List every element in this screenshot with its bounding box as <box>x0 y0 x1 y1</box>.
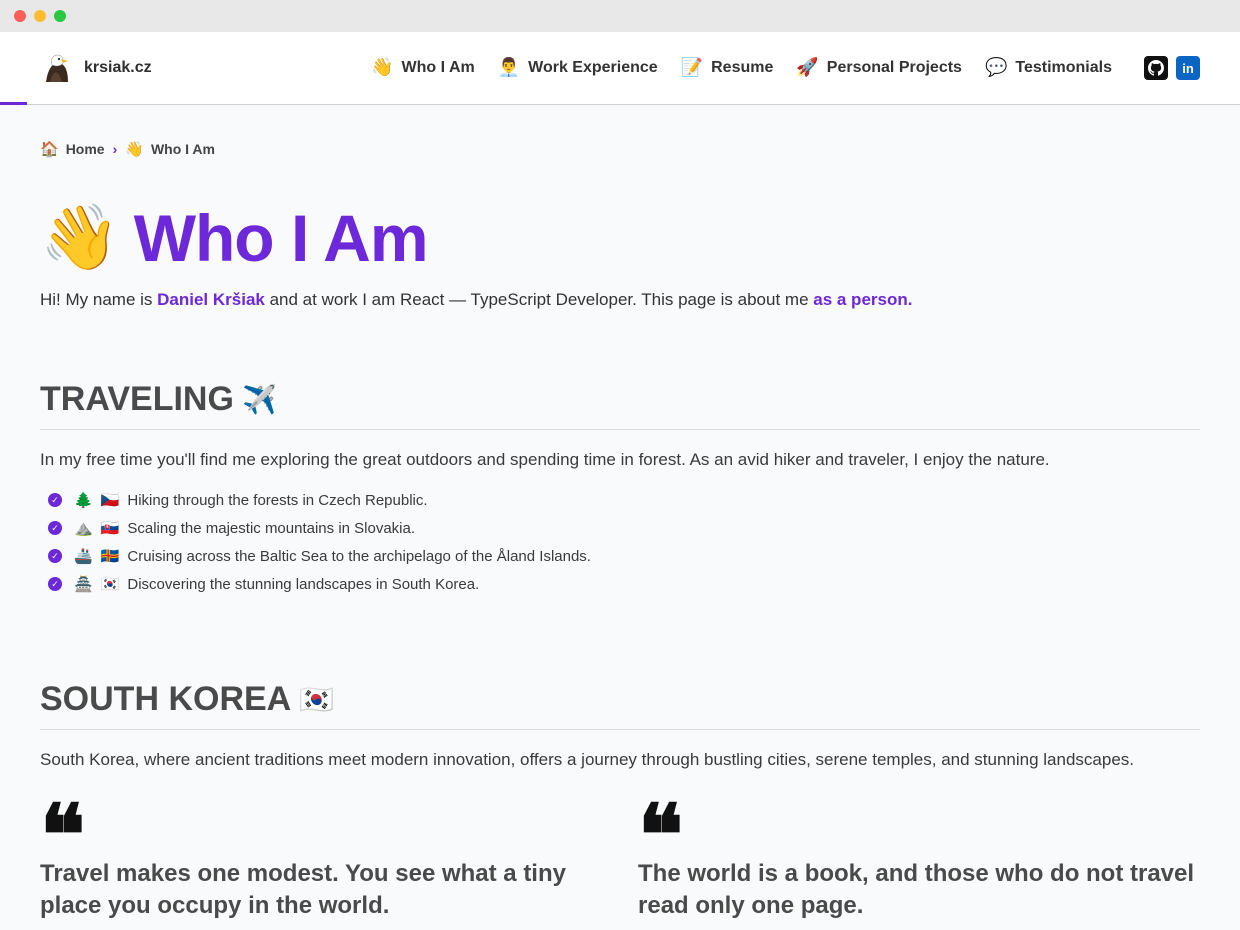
evergreen-tree-icon: 🌲 <box>74 491 93 509</box>
main-content: 🏠 Home › 👋 Who I Am 👋 Who I Am Hi! My na… <box>0 140 1240 923</box>
minimize-window-icon[interactable] <box>34 10 46 22</box>
breadcrumb: 🏠 Home › 👋 Who I Am <box>40 140 1200 158</box>
quote-text: Travel makes one modest. You see what a … <box>40 860 566 920</box>
breadcrumb-current-label: Who I Am <box>150 141 215 157</box>
nav-personal-projects[interactable]: 🚀 Personal Projects <box>796 59 962 77</box>
breadcrumb-home[interactable]: 🏠 Home <box>40 140 105 158</box>
list-item-text: Hiking through the forests in Czech Repu… <box>127 491 428 509</box>
traveling-text: In my free time you'll find me exploring… <box>40 450 1050 469</box>
waving-hand-icon: 👋 <box>125 140 144 158</box>
nav-who-i-am[interactable]: 👋 Who I Am <box>371 59 475 77</box>
page-heading: Who I Am <box>133 201 429 275</box>
breadcrumb-current: 👋 Who I Am <box>125 140 215 158</box>
intro-prefix: Hi! My name is <box>40 290 158 309</box>
waving-hand-icon: 👋 <box>371 57 394 78</box>
flag-aland-icon: 🇦🇽 <box>100 547 120 565</box>
ship-icon: 🚢 <box>74 547 93 565</box>
page-title: 👋 Who I Am <box>40 198 1200 278</box>
active-indicator <box>0 102 27 105</box>
github-icon[interactable] <box>1144 56 1168 80</box>
list-item-text: Scaling the majestic mountains in Slovak… <box>127 519 416 537</box>
intro-text: Hi! My name is Daniel Kršiak and at work… <box>40 290 1200 310</box>
list-item: ✓ ⛰️ 🇸🇰 Scaling the majestic mountains i… <box>48 514 1200 542</box>
flag-south-korea-icon: 🇰🇷 <box>100 575 120 593</box>
list-item-text: Cruising across the Baltic Sea to the ar… <box>127 547 591 565</box>
close-window-icon[interactable] <box>14 10 26 22</box>
nav-label: Testimonials <box>1015 59 1112 76</box>
nav-label: Personal Projects <box>826 59 962 76</box>
check-circle-icon: ✓ <box>48 493 62 507</box>
brand-name: krsiak.cz <box>84 59 152 76</box>
list-item-text: Discovering the stunning landscapes in S… <box>127 575 480 593</box>
nav-label: Work Experience <box>528 59 658 76</box>
check-circle-icon: ✓ <box>48 549 62 563</box>
waving-hand-icon: 👋 <box>40 201 120 275</box>
check-circle-icon: ✓ <box>48 521 62 535</box>
nav-work-experience[interactable]: 👨‍💼 Work Experience <box>498 59 658 77</box>
traveling-heading: TRAVELING ✈️ <box>40 380 1200 430</box>
eagle-icon <box>40 52 72 84</box>
nav-testimonials[interactable]: 💬 Testimonials <box>985 59 1112 77</box>
as-a-person-link[interactable]: as a person. <box>813 290 912 309</box>
south-korea-section: SOUTH KOREA 🇰🇷 South Korea, where ancien… <box>40 680 1200 923</box>
site-header: krsiak.cz 👋 Who I Am 👨‍💼 Work Experience… <box>0 32 1240 105</box>
quote-mark-icon: ❝ <box>638 785 684 884</box>
rocket-icon: 🚀 <box>796 57 819 78</box>
airplane-icon: ✈️ <box>241 383 277 416</box>
flag-south-korea-icon: 🇰🇷 <box>299 683 335 716</box>
traveling-section: TRAVELING ✈️ In my free time you'll find… <box>40 380 1200 598</box>
quote-text: The world is a book, and those who do no… <box>638 860 1195 920</box>
office-worker-icon: 👨‍💼 <box>497 57 521 78</box>
south-korea-heading: SOUTH KOREA 🇰🇷 <box>40 680 1200 730</box>
list-item: ✓ 🌲 🇨🇿 Hiking through the forests in Cze… <box>48 486 1200 514</box>
house-icon: 🏠 <box>40 140 59 158</box>
castle-icon: 🏯 <box>74 575 93 593</box>
author-name-link[interactable]: Daniel Kršiak <box>157 290 265 309</box>
main-nav: 👋 Who I Am 👨‍💼 Work Experience 📝 Resume … <box>371 59 1112 77</box>
flag-czech-icon: 🇨🇿 <box>100 491 120 509</box>
nav-label: Resume <box>711 59 774 76</box>
quote-card: ❝ Travel makes one modest. You see what … <box>40 785 602 923</box>
check-circle-icon: ✓ <box>48 577 62 591</box>
intro-middle: and at work I am React — TypeScript Deve… <box>264 290 814 309</box>
brand-link[interactable]: krsiak.cz <box>40 52 152 84</box>
list-item: ✓ 🏯 🇰🇷 Discovering the stunning landscap… <box>48 570 1200 598</box>
maximize-window-icon[interactable] <box>54 10 66 22</box>
list-item: ✓ 🚢 🇦🇽 Cruising across the Baltic Sea to… <box>48 542 1200 570</box>
quote-mark-icon: ❝ <box>40 785 86 884</box>
window-titlebar <box>0 0 1240 32</box>
mountain-icon: ⛰️ <box>74 519 93 537</box>
travel-list: ✓ 🌲 🇨🇿 Hiking through the forests in Cze… <box>40 486 1200 598</box>
memo-icon: 📝 <box>680 57 704 78</box>
nav-label: Who I Am <box>401 59 475 76</box>
quotes-row: ❝ Travel makes one modest. You see what … <box>40 785 1200 923</box>
section-title-text: SOUTH KOREA <box>40 680 292 718</box>
chevron-right-icon: › <box>112 141 118 157</box>
south-korea-text: South Korea, where ancient traditions me… <box>40 750 1135 769</box>
quote-card: ❝ The world is a book, and those who do … <box>638 785 1200 923</box>
section-title-text: TRAVELING <box>40 380 234 418</box>
linkedin-icon[interactable]: in <box>1176 56 1200 80</box>
speech-bubble-icon: 💬 <box>984 57 1008 78</box>
nav-resume[interactable]: 📝 Resume <box>681 59 774 77</box>
breadcrumb-home-label: Home <box>65 141 105 157</box>
social-links: in <box>1144 56 1200 80</box>
browser-window: krsiak.cz 👋 Who I Am 👨‍💼 Work Experience… <box>0 0 1240 930</box>
flag-slovakia-icon: 🇸🇰 <box>100 519 120 537</box>
